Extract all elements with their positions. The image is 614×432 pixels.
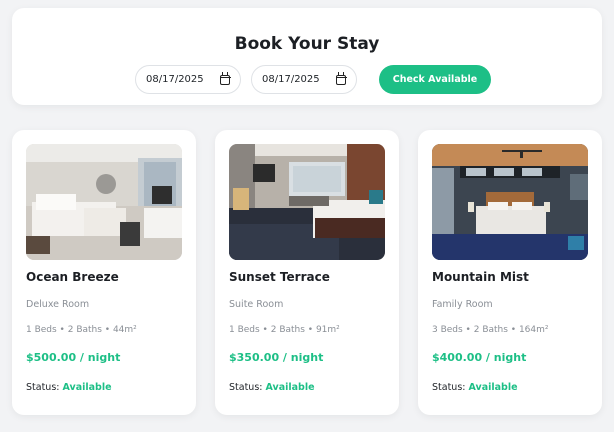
room-type: Suite Room: [229, 299, 284, 310]
room-card-sunset-terrace[interactable]: Sunset Terrace Suite Room 1 Beds • 2 Bat…: [215, 130, 399, 415]
room-photo[interactable]: [229, 144, 385, 260]
room-name: Sunset Terrace: [229, 270, 330, 284]
room-specs: 3 Beds • 2 Baths • 164m²: [432, 325, 549, 335]
room-status: Status: Available: [26, 382, 112, 393]
room-price: $500.00 / night: [26, 351, 121, 364]
room-card-ocean-breeze[interactable]: Ocean Breeze Deluxe Room 1 Beds • 2 Bath…: [12, 130, 196, 415]
check-in-date-input[interactable]: 08/17/2025: [135, 65, 241, 94]
page-title: Book Your Stay: [234, 34, 380, 54]
bedroom-photo: [229, 144, 385, 260]
status-label: Status:: [229, 382, 263, 393]
room-type: Family Room: [432, 299, 493, 310]
calendar-icon[interactable]: [335, 72, 347, 85]
room-photo[interactable]: [26, 144, 182, 260]
bedroom-photo: [432, 144, 588, 260]
calendar-icon[interactable]: [219, 72, 231, 85]
room-card-mountain-mist[interactable]: Mountain Mist Family Room 3 Beds • 2 Bat…: [418, 130, 602, 415]
status-badge: Available: [265, 382, 315, 393]
room-photo[interactable]: [432, 144, 588, 260]
bedroom-photo: [26, 144, 182, 260]
check-out-date-value: 08/17/2025: [262, 74, 320, 85]
check-in-date-value: 08/17/2025: [146, 74, 204, 85]
room-status: Status: Available: [432, 382, 518, 393]
room-specs: 1 Beds • 2 Baths • 44m²: [26, 325, 137, 335]
room-status: Status: Available: [229, 382, 315, 393]
check-available-button[interactable]: Check Available: [379, 65, 491, 94]
room-price: $350.00 / night: [229, 351, 324, 364]
room-type: Deluxe Room: [26, 299, 90, 310]
room-specs: 1 Beds • 2 Baths • 91m²: [229, 325, 340, 335]
status-label: Status:: [432, 382, 466, 393]
room-name: Mountain Mist: [432, 270, 529, 284]
status-label: Status:: [26, 382, 60, 393]
status-badge: Available: [468, 382, 518, 393]
booking-panel: Book Your Stay 08/17/2025 08/17/2025 Che…: [12, 8, 602, 105]
room-name: Ocean Breeze: [26, 270, 119, 284]
check-out-date-input[interactable]: 08/17/2025: [251, 65, 357, 94]
status-badge: Available: [62, 382, 112, 393]
room-price: $400.00 / night: [432, 351, 527, 364]
